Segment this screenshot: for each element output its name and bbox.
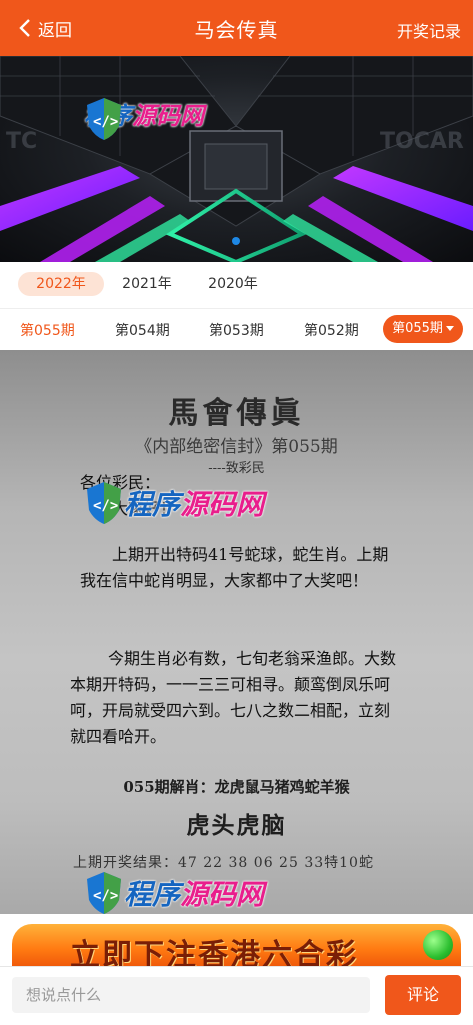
comment-button[interactable]: 评论 <box>385 975 461 1015</box>
fax-document: 馬會傳眞 《内部绝密信封》第055期 ----致彩民 各位彩民： 大家好！ 上期… <box>0 350 473 914</box>
svg-text:TC: TC <box>6 129 37 154</box>
watermark: </> 程序源码网 <box>84 480 264 526</box>
watermark: </> 程序源码网 <box>84 870 264 916</box>
fax-zodiac-analysis: 055期解肖：龙虎鼠马猪鸡蛇羊猴 <box>123 778 350 796</box>
comment-bar: 评论 <box>0 966 473 1025</box>
top-bar: 返回 马会传真 开奖记录 <box>0 0 473 56</box>
lottery-ball-icon <box>423 930 453 960</box>
fax-subtitle: 《内部绝密信封》第055期 <box>135 437 338 457</box>
fax-headline: 虎头虎脑 <box>186 812 287 839</box>
watermark-text: 程序源码网 <box>124 488 265 521</box>
draw-records-link[interactable]: 开奖记录 <box>397 18 461 42</box>
issue-tabs: 第055期 第054期 第053期 第052期 第055期 <box>0 308 473 351</box>
tab-year-2021[interactable]: 2021年 <box>114 272 180 296</box>
tab-issue-052[interactable]: 第052期 <box>304 320 359 340</box>
svg-text:</>: </> <box>93 498 118 514</box>
issue-dropdown[interactable]: 第055期 <box>383 315 463 343</box>
banner-carousel[interactable]: TC TOCAR </> 程序源码网 <box>0 56 473 262</box>
banner-artwork: TC TOCAR <box>0 56 473 262</box>
carousel-indicator[interactable] <box>232 237 240 245</box>
svg-text:</>: </> <box>93 888 118 904</box>
fax-recipient: ----致彩民 <box>208 461 265 476</box>
tab-year-2022[interactable]: 2022年 <box>18 272 104 296</box>
shield-logo-icon: </> <box>87 98 121 140</box>
tab-issue-055[interactable]: 第055期 <box>20 320 75 340</box>
shield-logo-icon: </> <box>87 482 121 524</box>
watermark-text: 程序源码网 <box>124 878 265 911</box>
fax-paragraph-2: 今期生肖必有数，七旬老翁采渔郎。大数本期开特码，一一三三可相寻。颠鸾倒凤乐呵呵，… <box>70 649 397 746</box>
shield-logo-icon: </> <box>87 872 121 914</box>
fax-title: 馬會傳眞 <box>168 396 305 431</box>
promo-text: 立即下注香港六合彩 <box>70 938 358 966</box>
comment-input[interactable] <box>12 977 370 1013</box>
svg-text:TOCAR: TOCAR <box>380 129 464 154</box>
fax-last-result: 上期开奖结果：47 22 38 06 25 33特10蛇 <box>73 855 374 871</box>
year-tabs: 2022年 2021年 2020年 <box>0 262 473 308</box>
promo-banner[interactable]: 立即下注香港六合彩 <box>12 924 461 966</box>
tab-issue-054[interactable]: 第054期 <box>115 320 170 340</box>
tab-year-2020[interactable]: 2020年 <box>200 272 266 296</box>
fax-paragraph-1: 上期开出特码41号蛇球，蛇生肖。上期我在信中蛇肖明显，大家都中了大奖吧！ <box>80 545 389 590</box>
tab-issue-053[interactable]: 第053期 <box>209 320 264 340</box>
watermark: </> 程序源码网 <box>84 96 204 140</box>
svg-text:</>: </> <box>93 114 118 130</box>
chevron-down-icon <box>445 326 454 331</box>
